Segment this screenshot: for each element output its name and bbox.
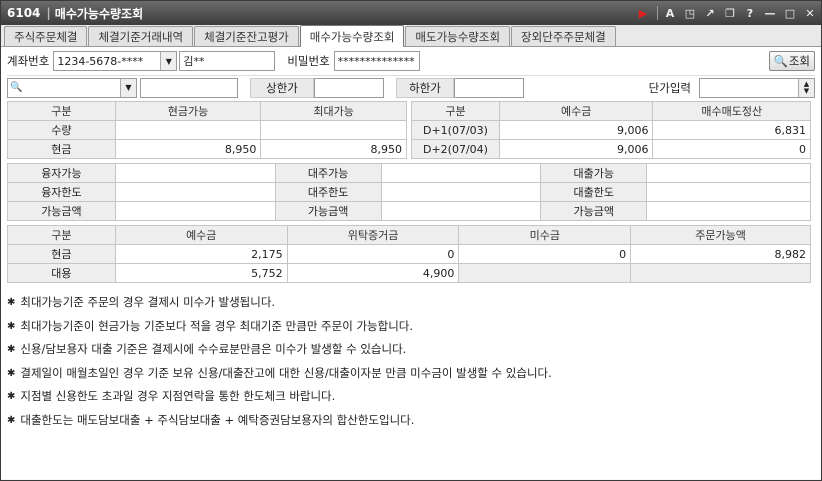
lower-limit-label: 하한가 [396,77,454,98]
tab-buy-qty[interactable]: 매수가능수량조회 [299,25,405,47]
chevron-down-icon[interactable]: ▼ [160,52,177,70]
qty-col-header: 현금가능 [114,101,262,121]
table-row: 현금 8,950 8,950 [7,139,407,159]
orderable-col-header: 미수금 [458,225,632,245]
qty-col-header: 최대가능 [260,101,407,121]
tab-fill-balance[interactable]: 체결기준잔고평가 [194,26,299,46]
account-number: 1234-5678-**** [57,54,144,68]
orderable-table: 구분 예수금 위탁증거금 미수금 주문가능액 현금 2,175 0 0 8,98… [7,225,811,283]
link-icon[interactable]: ↗ [701,4,719,22]
account-row: 계좌번호 1234-5678-**** ▼ 김** 비밀번호 *********… [7,50,815,72]
bullet-icon: ✱ [7,367,16,379]
title-bar: 6104 | 매수가능수량조회 ▶ A ◳ ↗ ❐ ? — □ ✕ [1,1,821,25]
screen-title: 매수가능수량조회 [54,6,144,21]
unit-price-input[interactable]: ▲ ▼ [699,77,815,98]
password-label: 비밀번호 [287,54,330,68]
tab-otc-odd-lot[interactable]: 장외단주주문체결 [511,26,616,46]
lower-limit-value [454,77,524,98]
search-icon: 🔍 [10,82,23,93]
maximize-icon[interactable]: □ [781,4,799,22]
font-icon[interactable]: A [661,4,679,22]
app-window: 6104 | 매수가능수량조회 ▶ A ◳ ↗ ❐ ? — □ ✕ 주식주문체결… [0,0,822,481]
notes-list: ✱ 최대가능기준 주문의 경우 결제시 미수가 발생됩니다. ✱ 최대가능기준이 현… [7,291,815,432]
account-select[interactable]: 1234-5678-**** ▼ [53,51,178,71]
table-row: 융자가능 대주가능 대출가능 [7,163,811,183]
upper-limit-label: 상한가 [250,77,314,98]
minimize-icon[interactable]: — [761,4,779,22]
table-row: 대용 5,752 4,900 [7,263,811,283]
list-item: ✱ 최대가능기준 주문의 경우 결제시 미수가 발생됩니다. [7,291,815,315]
orderable-col-header: 위탁증거금 [286,225,460,245]
qty-col-header: 구분 [7,101,116,121]
window-icon[interactable]: ❐ [721,4,739,22]
bullet-icon: ✱ [7,391,16,402]
deposit-col-header: 예수금 [498,101,654,121]
list-item: ✱ 대출한도는 매도담보대출 + 주식담보대출 + 예탁증권담보용자의 합산한도입… [7,409,815,433]
tab-fill-history[interactable]: 체결기준거래내역 [88,26,194,46]
query-button[interactable]: 🔍 조회 [768,51,815,71]
stock-name-field[interactable] [140,77,238,98]
table-row: D+2(07/04) 9,006 0 [411,139,811,159]
credit-table: 융자가능 대주가능 대출가능 융자한도 대주한도 대출한도 가능금액 가능금액 [7,163,811,221]
tab-sell-qty[interactable]: 매도가능수량조회 [405,26,511,46]
tab-order-fill[interactable]: 주식주문체결 [4,26,88,46]
list-item: ✱ 결제일이 매월초일인 경우 기준 보유 신용/대출잔고에 대한 신용/대출이자… [7,362,815,386]
table-row: 현금 2,175 0 0 8,982 [7,244,811,264]
help-icon[interactable]: ? [741,4,759,22]
tab-bar: 주식주문체결 체결기준거래내역 체결기준잔고평가 매수가능수량조회 매도가능수량… [1,25,821,47]
chevron-down-icon[interactable]: ▼ [120,78,136,97]
unit-price-label: 단가입력 [648,80,691,95]
orderable-col-header: 예수금 [114,225,288,245]
deposit-col-header: 구분 [411,101,500,121]
stock-search-row: 🔍 ▼ 상한가 하한가 단가입력 ▲ ▼ [7,75,815,98]
bullet-icon: ✱ [7,344,16,355]
search-icon: 🔍 [773,54,788,68]
table-row: 융자한도 대주한도 대출한도 [7,182,811,202]
table-row: 수량 [7,120,407,140]
list-item: ✱ 신용/담보용자 대출 기준은 결제시에 수수료분만큼은 미수가 발생할 수 있… [7,338,815,362]
table-row: D+1(07/03) 9,006 6,831 [411,120,811,140]
orderable-col-header: 구분 [7,225,116,245]
spinner-icon[interactable]: ▲ ▼ [798,78,814,97]
stock-code-select[interactable]: 🔍 ▼ [7,77,137,98]
deposit-col-header: 매수매도정산 [652,101,811,121]
table-row: 가능금액 가능금액 가능금액 [7,201,811,221]
deposit-table: 구분 예수금 매수매도정산 D+1(07/03) 9,006 6,831 D+2… [411,101,811,159]
account-label: 계좌번호 [7,54,50,68]
account-holder: 김** [179,51,276,71]
query-label: 조회 [788,54,810,68]
bullet-icon: ✱ [7,297,16,308]
title-buttons: ▶ A ◳ ↗ ❐ ? — □ ✕ [634,1,821,25]
close-icon[interactable]: ✕ [801,4,819,22]
bullet-icon: ✱ [7,414,16,426]
list-item: ✱ 지점별 신용한도 초과일 경우 지점연락을 통한 한도체크 바랍니다. [7,385,815,409]
qty-table: 구분 현금가능 최대가능 수량 현금 8,950 8,950 [7,101,407,159]
password-field[interactable]: ************** [333,51,420,71]
main-content: 계좌번호 1234-5678-**** ▼ 김** 비밀번호 *********… [1,47,821,479]
list-item: ✱ 최대가능기준이 현금가능 기준보다 적을 경우 최대기준 만큼만 주문이 가능… [7,315,815,339]
screen-code: 6104 [7,6,41,20]
popup-icon[interactable]: ◳ [681,4,699,22]
summary-tables: 구분 현금가능 최대가능 수량 현금 8,950 8,950 구분 예수금 매수… [7,101,815,159]
play-icon[interactable]: ▶ [634,4,652,22]
bullet-icon: ✱ [7,320,16,332]
orderable-col-header: 주문가능액 [630,225,811,245]
upper-limit-value [314,77,384,98]
